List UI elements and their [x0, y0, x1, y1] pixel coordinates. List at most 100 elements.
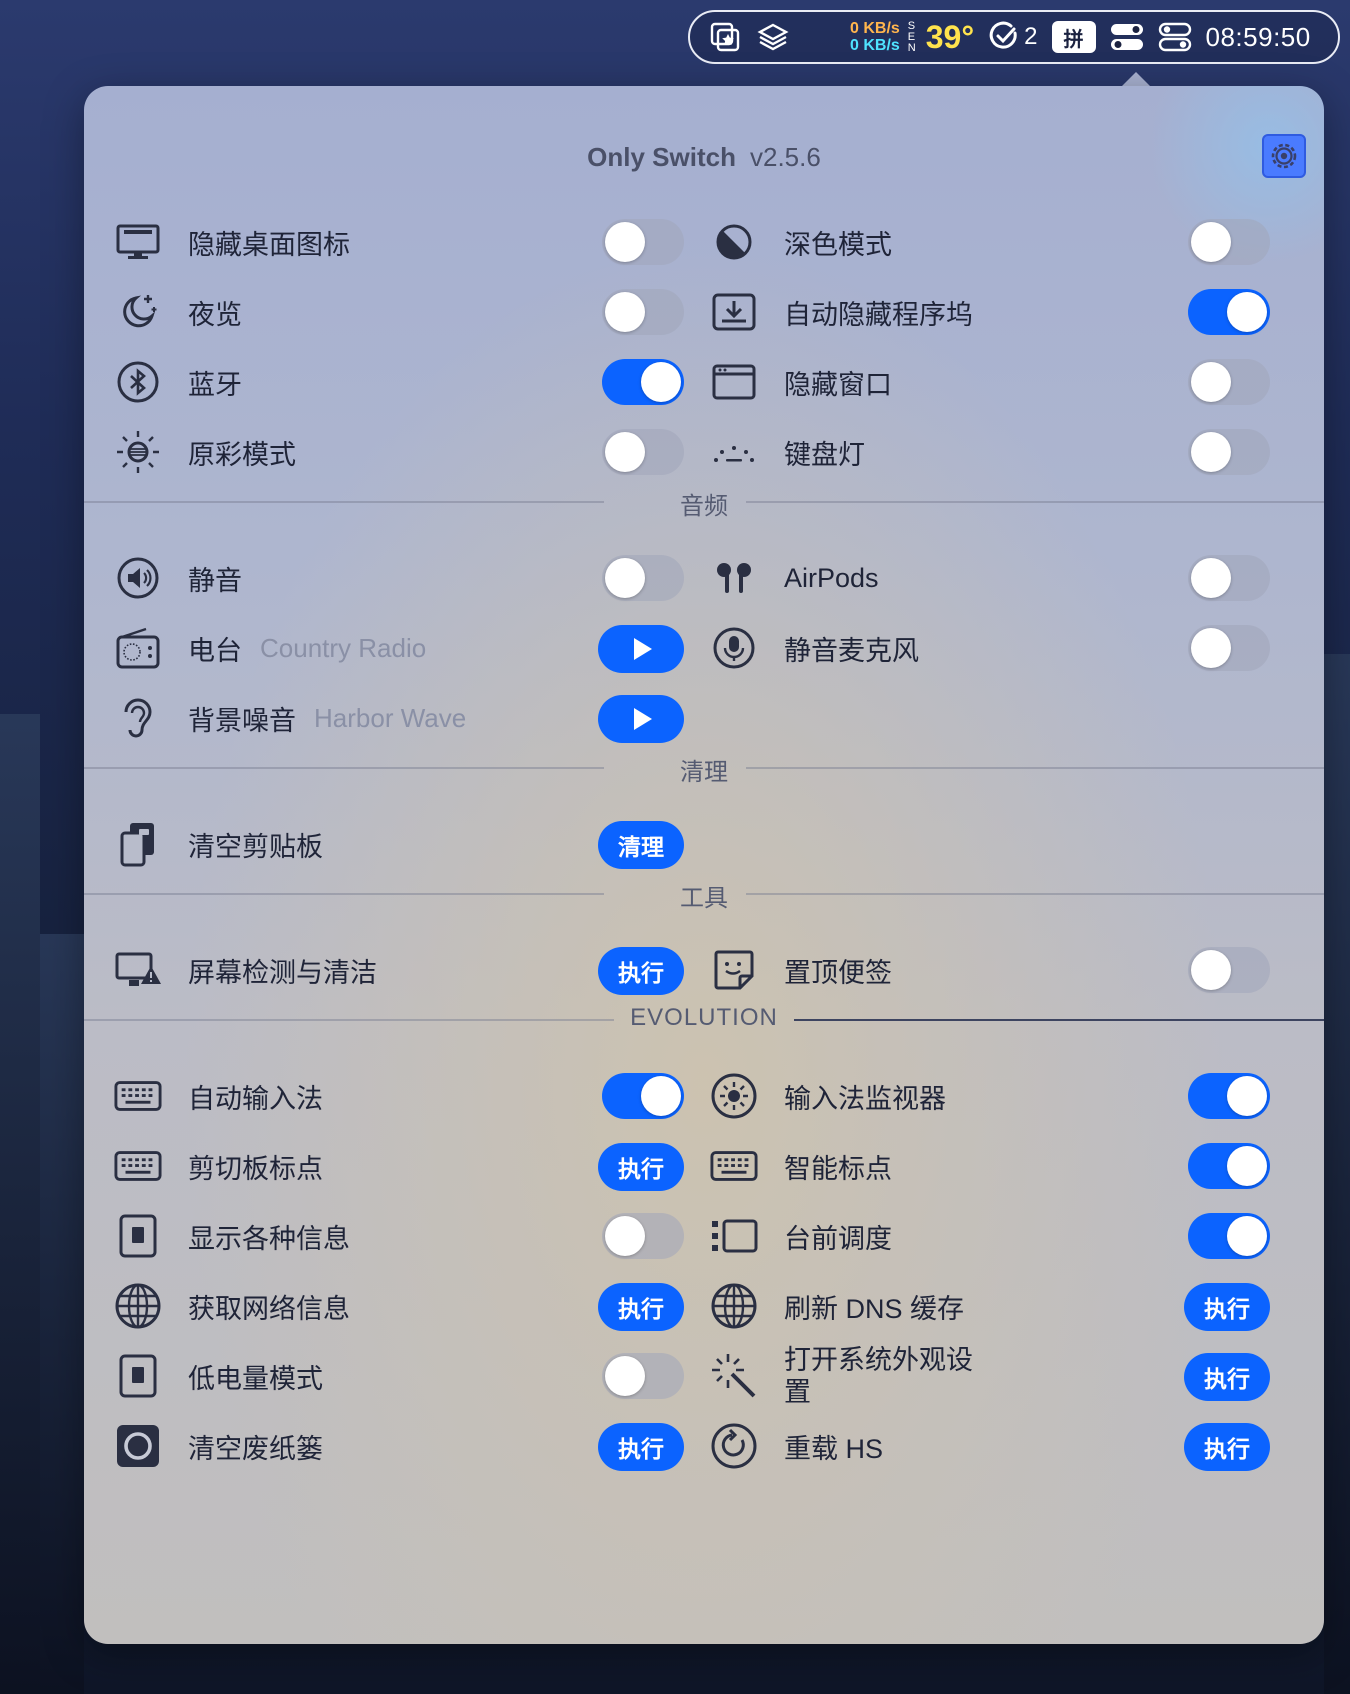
stage-manager-icon [710, 1212, 758, 1260]
ear-icon [114, 694, 162, 742]
label-mute: 静音 [188, 565, 242, 596]
label-background-noise: 背景噪音 [188, 705, 296, 736]
row-sticky-note: 置顶便签 [710, 942, 1270, 998]
settings-button[interactable] [1262, 134, 1306, 178]
noise-track-name: Harbor Wave [314, 702, 467, 733]
label-keyboard-light: 键盘灯 [784, 439, 865, 470]
radio-station-name: Country Radio [260, 632, 427, 663]
row-mute: 静音 [114, 550, 684, 606]
label-screen-test: 屏幕检测与清洁 [188, 957, 377, 988]
toggle-stage-manager[interactable] [1188, 1213, 1270, 1259]
radio-play-button[interactable] [598, 625, 684, 673]
label-show-info: 显示各种信息 [188, 1223, 350, 1254]
clipboard-icon [114, 820, 162, 868]
net-up-speed: 0 KB/s [850, 20, 900, 37]
label-flush-dns: 刷新 DNS 缓存 [784, 1293, 965, 1324]
row-empty-trash: 清空废纸篓 执行 [114, 1418, 684, 1474]
section-evolution: EVOLUTION [84, 1004, 1324, 1034]
empty-trash-button[interactable]: 执行 [598, 1423, 684, 1471]
row-network-info: 获取网络信息 执行 [114, 1278, 684, 1334]
reload-hs-button[interactable]: 执行 [1184, 1423, 1270, 1471]
row-reload-hs: 重载 HS 执行 [710, 1418, 1270, 1474]
toggle-bluetooth[interactable] [602, 359, 684, 405]
temperature-reading[interactable]: 39° [926, 19, 974, 56]
toggle-sticky-note[interactable] [1188, 947, 1270, 993]
speaker-icon [114, 554, 162, 602]
clear-clipboard-button[interactable]: 清理 [598, 821, 684, 869]
check-circle-icon [989, 21, 1017, 49]
sen-s: S [907, 19, 916, 32]
toggle-smart-punct[interactable] [1188, 1143, 1270, 1189]
reload-icon [710, 1422, 758, 1470]
appearance-button[interactable]: 执行 [1184, 1353, 1270, 1401]
row-auto-hide-dock: 自动隐藏程序坞 [710, 284, 1270, 340]
row-auto-ime: 自动输入法 [114, 1068, 684, 1124]
phone-frame-icon [114, 1212, 162, 1260]
toggle-ime-monitor[interactable] [1188, 1073, 1270, 1119]
window-icon [710, 358, 758, 406]
toggle-dark-mode[interactable] [1188, 219, 1270, 265]
row-dark-mode: 深色模式 [710, 214, 1270, 270]
noise-play-button[interactable] [598, 695, 684, 743]
label-airpods: AirPods [784, 562, 879, 593]
section-tools-title: 工具 [680, 885, 728, 912]
network-info-button[interactable]: 执行 [598, 1283, 684, 1331]
row-appearance: 打开系统外观设置 执行 [710, 1345, 1270, 1407]
row-night-shift: 夜览 [114, 284, 684, 340]
toggle-mute-mic[interactable] [1188, 625, 1270, 671]
keyboard-icon [114, 1142, 162, 1190]
flush-dns-button[interactable]: 执行 [1184, 1283, 1270, 1331]
trash-circle-icon [114, 1422, 162, 1470]
network-speed[interactable]: 0 KB/s 0 KB/s [850, 20, 900, 54]
sen-e: E [907, 30, 916, 43]
tasks-indicator[interactable]: 2 [988, 21, 1038, 53]
brightness-circle-icon [710, 1072, 758, 1120]
label-radio: 电台 [188, 635, 242, 666]
gear-icon [1271, 143, 1297, 169]
toggle-low-power[interactable] [602, 1353, 684, 1399]
screenshot-star-icon[interactable] [708, 20, 742, 54]
toggle-keyboard-light[interactable] [1188, 429, 1270, 475]
display-warning-icon [114, 946, 162, 994]
control-toggles-icon[interactable] [1110, 20, 1144, 54]
toggle-auto-hide-dock[interactable] [1188, 289, 1270, 335]
row-airpods: AirPods [710, 550, 1270, 606]
input-method-indicator[interactable]: 拼 [1051, 21, 1096, 53]
label-true-tone: 原彩模式 [188, 439, 296, 470]
toggle-airpods[interactable] [1188, 555, 1270, 601]
toggle-night-shift[interactable] [602, 289, 684, 335]
label-network-info: 获取网络信息 [188, 1293, 350, 1324]
section-evolution-title: EVOLUTION [630, 1004, 778, 1031]
label-sticky-note: 置顶便签 [784, 957, 892, 988]
row-mute-mic: 静音麦克风 [710, 620, 1270, 676]
section-clean: 清理 [84, 752, 1324, 786]
app-version: v2.5.6 [749, 142, 821, 172]
row-hide-desktop-icons: 隐藏桌面图标 [114, 214, 684, 270]
label-mute-mic: 静音麦克风 [784, 635, 919, 666]
section-audio: 音频 [84, 486, 1324, 520]
menu-bar: 0 KB/s 0 KB/s S E N 39° 2 拼 08:59:50 [688, 10, 1340, 64]
globe-icon [710, 1282, 758, 1330]
toggle-hide-desktop-icons[interactable] [602, 219, 684, 265]
phone-frame-icon [114, 1352, 162, 1400]
keyboard-light-icon [710, 428, 758, 476]
desktop-monitor-icon [114, 218, 162, 266]
row-smart-punct: 智能标点 [710, 1138, 1270, 1194]
control-center-icon[interactable] [1158, 20, 1192, 54]
sticky-note-icon [710, 946, 758, 994]
toggle-show-info[interactable] [602, 1213, 684, 1259]
layers-icon[interactable] [756, 20, 790, 54]
screen-test-button[interactable]: 执行 [598, 947, 684, 995]
only-switch-panel: Only Switch v2.5.6 隐藏桌面图标 深色模式 夜览 自动隐藏程序坞… [84, 86, 1324, 1644]
row-radio: 电台 Country Radio [114, 620, 684, 676]
menubar-clock[interactable]: 08:59:50 [1206, 22, 1311, 53]
clipboard-punct-button[interactable]: 执行 [598, 1143, 684, 1191]
row-keyboard-light: 键盘灯 [710, 424, 1270, 480]
toggle-mute[interactable] [602, 555, 684, 601]
magic-wand-icon [710, 1352, 758, 1400]
label-hide-windows: 隐藏窗口 [784, 369, 892, 400]
toggle-auto-ime[interactable] [602, 1073, 684, 1119]
toggle-true-tone[interactable] [602, 429, 684, 475]
label-clipboard-punct: 剪切板标点 [188, 1153, 323, 1184]
toggle-hide-windows[interactable] [1188, 359, 1270, 405]
